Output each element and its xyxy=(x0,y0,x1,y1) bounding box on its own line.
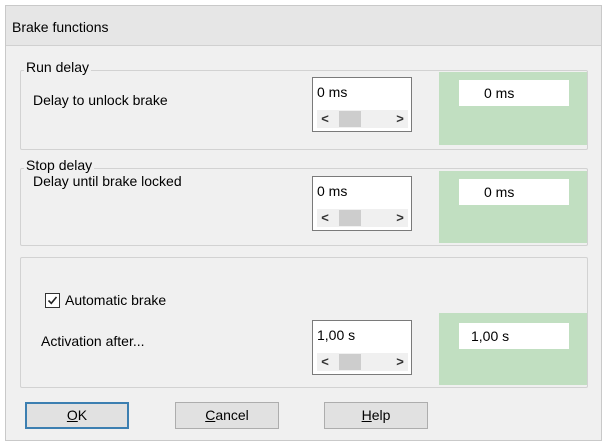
ok-label-rest: K xyxy=(77,407,88,423)
stop-delay-readout-panel: 0 ms xyxy=(439,171,587,243)
scroll-left-arrow-icon[interactable]: < xyxy=(317,209,333,227)
activation-after-readout-panel: 1,00 s xyxy=(439,313,587,385)
ok-mnemonic: O xyxy=(66,407,78,423)
delay-to-unlock-label: Delay to unlock brake xyxy=(33,92,168,108)
scroll-left-arrow-icon[interactable]: < xyxy=(317,353,333,371)
delay-until-locked-scrollbar[interactable]: < > xyxy=(317,209,408,227)
activation-after-label: Activation after... xyxy=(41,333,145,349)
scroll-thumb[interactable] xyxy=(339,111,361,127)
automatic-brake-label[interactable]: Automatic brake xyxy=(65,292,166,308)
delay-until-locked-spinbox[interactable]: 0 ms < > xyxy=(312,176,412,231)
delay-until-locked-label: Delay until brake locked xyxy=(33,173,182,189)
scroll-left-arrow-icon[interactable]: < xyxy=(317,110,333,128)
activation-after-value[interactable]: 1,00 s xyxy=(317,327,355,343)
scroll-right-arrow-icon[interactable]: > xyxy=(392,110,408,128)
cancel-label-rest: ancel xyxy=(215,407,249,423)
activation-after-spinbox[interactable]: 1,00 s < > xyxy=(312,320,412,375)
delay-to-unlock-scrollbar[interactable]: < > xyxy=(317,110,408,128)
ok-button[interactable]: OK xyxy=(25,402,129,429)
delay-to-unlock-spinbox[interactable]: 0 ms < > xyxy=(312,77,412,132)
activation-after-readout: 1,00 s xyxy=(459,323,569,349)
automatic-brake-checkbox[interactable] xyxy=(45,293,60,308)
scroll-thumb[interactable] xyxy=(339,210,361,226)
help-label-rest: elp xyxy=(371,407,391,423)
cancel-button[interactable]: Cancel xyxy=(175,402,279,429)
cancel-mnemonic: C xyxy=(205,407,216,423)
activation-after-scrollbar[interactable]: < > xyxy=(317,353,408,371)
run-delay-readout: 0 ms xyxy=(459,80,569,106)
help-mnemonic: H xyxy=(361,407,372,423)
window-title: Brake functions xyxy=(12,19,109,35)
run-delay-group-label: Run delay xyxy=(24,59,92,75)
brake-functions-dialog: Brake functions Run delay Delay to unloc… xyxy=(5,5,602,441)
help-button[interactable]: Help xyxy=(324,402,428,429)
scroll-thumb[interactable] xyxy=(339,354,361,370)
stop-delay-readout: 0 ms xyxy=(459,179,569,205)
title-bar: Brake functions xyxy=(6,6,601,46)
scroll-right-arrow-icon[interactable]: > xyxy=(392,353,408,371)
scroll-right-arrow-icon[interactable]: > xyxy=(392,209,408,227)
delay-to-unlock-value[interactable]: 0 ms xyxy=(317,84,347,100)
delay-until-locked-value[interactable]: 0 ms xyxy=(317,183,347,199)
stop-delay-group-label: Stop delay xyxy=(24,157,95,173)
checkmark-icon xyxy=(47,296,58,305)
run-delay-readout-panel: 0 ms xyxy=(439,72,587,145)
